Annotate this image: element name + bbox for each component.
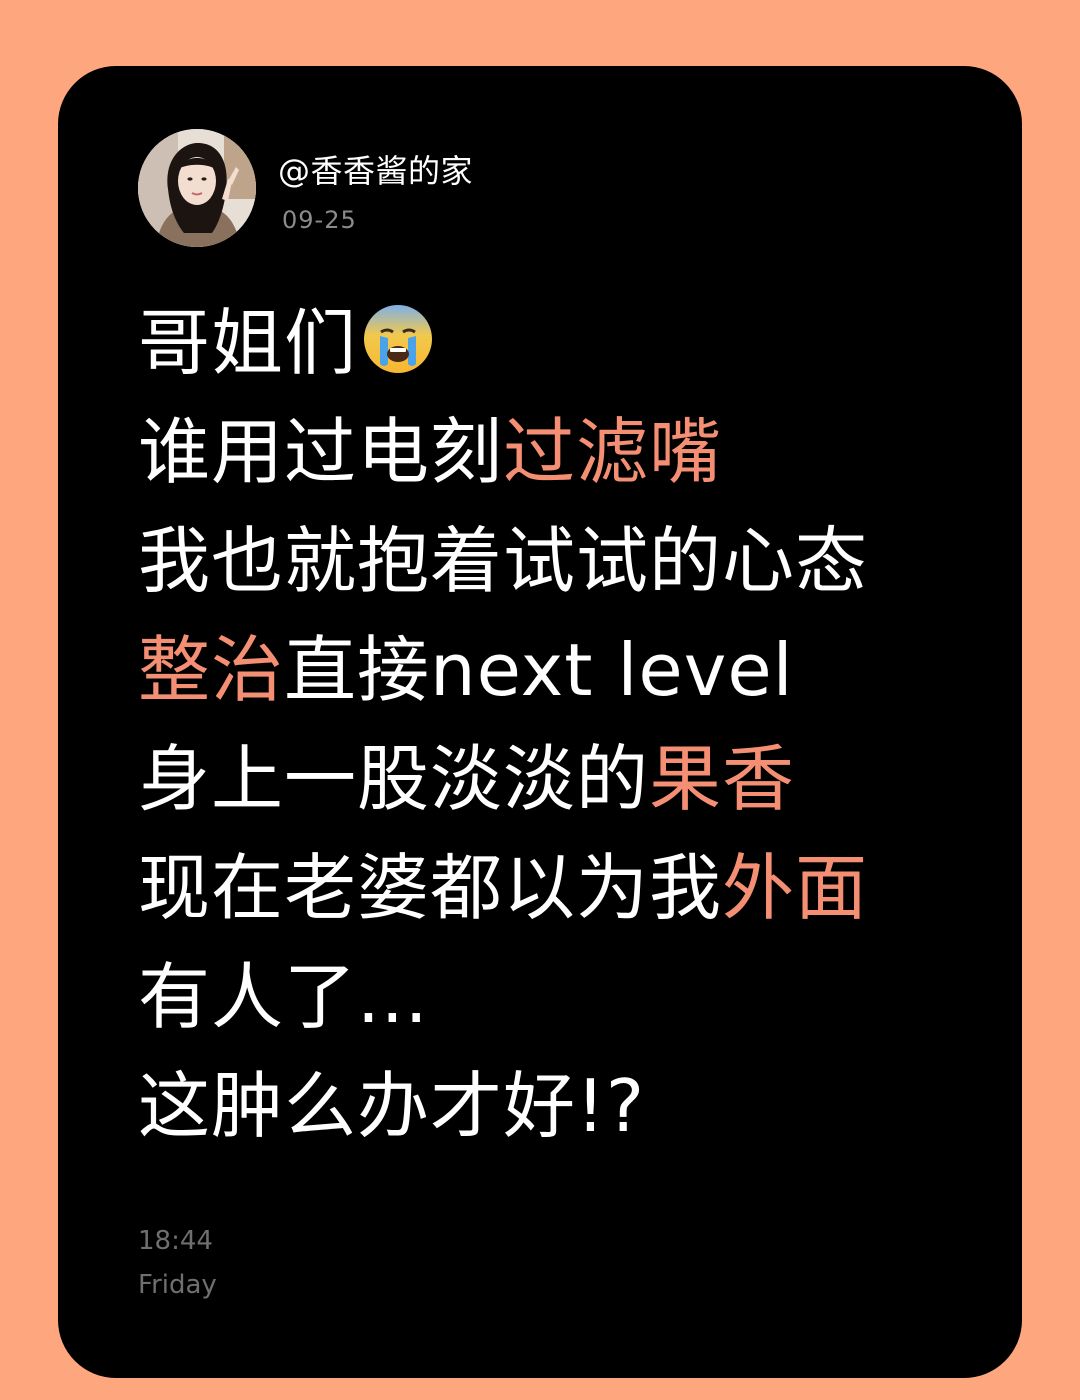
post-text: 我也就抱着试试的心态 — [138, 519, 869, 603]
post-text: 哥姐们 — [138, 301, 358, 385]
post-text: 这肿么办才好!? — [138, 1064, 646, 1148]
post-line: 这肿么办才好!? — [138, 1063, 998, 1172]
highlighted-text: 果香 — [649, 737, 796, 821]
post-text: 谁用过电刻 — [138, 410, 504, 494]
post-body: 哥姐们 谁用过电刻过滤嘴 我也就抱着试试的心态 整治直接next level 身上一股淡… — [138, 300, 998, 1172]
profile-photo-avatar — [138, 129, 256, 247]
post-line: 哥姐们 — [138, 300, 998, 409]
post-date: 09-25 — [282, 206, 357, 234]
post-line: 有人了... — [138, 954, 998, 1063]
highlighted-text: 外面 — [722, 846, 869, 930]
post-text: 现在老婆都以为我 — [138, 846, 723, 930]
footer-time: 18:44 — [138, 1226, 213, 1256]
highlighted-text: 过滤嘴 — [503, 410, 723, 494]
footer-day: Friday — [138, 1270, 217, 1300]
post-card: @香香酱的家 09-25 哥姐们 谁用过电刻过滤嘴 我也就抱着试试的心态 整治直接ne… — [58, 66, 1022, 1378]
author-name[interactable]: @香香酱的家 — [278, 146, 473, 192]
post-line: 我也就抱着试试的心态 — [138, 518, 998, 627]
post-text: 有人了... — [138, 955, 429, 1039]
post-line: 整治直接next level — [138, 627, 998, 736]
post-line: 身上一股淡淡的果香 — [138, 736, 998, 845]
post-text: 身上一股淡淡的 — [138, 737, 650, 821]
post-text: 直接next level — [284, 628, 794, 712]
loudly-crying-face-icon — [364, 305, 433, 373]
highlighted-text: 整治 — [138, 628, 285, 712]
post-line: 现在老婆都以为我外面 — [138, 845, 998, 954]
avatar[interactable] — [138, 129, 256, 247]
post-line: 谁用过电刻过滤嘴 — [138, 409, 998, 518]
